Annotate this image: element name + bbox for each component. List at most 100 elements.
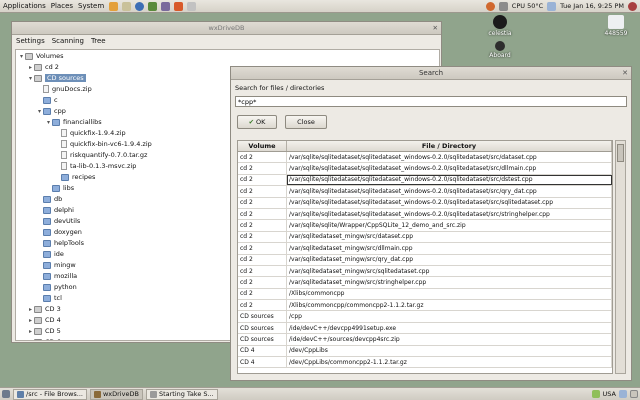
tree-item[interactable]: recipes: [54, 172, 95, 182]
workspace-switcher-icon[interactable]: [619, 390, 627, 398]
tree-item[interactable]: riskquantify-0.7.0.tar.gz: [54, 150, 147, 160]
browser-launcher-icon[interactable]: [135, 1, 145, 11]
close-icon[interactable]: ✕: [622, 67, 628, 80]
table-row[interactable]: cd 2/var/sqlite/sqlite/Wrapper/CppSQLite…: [238, 220, 612, 232]
expander-arrow-icon[interactable]: ▸: [27, 328, 34, 335]
power-icon[interactable]: [628, 1, 637, 11]
trash-icon[interactable]: [630, 390, 638, 398]
tree-item[interactable]: quickfix-1.9.4.zip: [54, 128, 126, 138]
results-scrollbar[interactable]: [615, 140, 626, 374]
tree-item[interactable]: helpTools: [36, 238, 84, 248]
firefox-tray-icon[interactable]: [485, 1, 495, 11]
table-row[interactable]: cd 2/var/sqlite/sqlitedataset/sqlitedata…: [238, 208, 612, 221]
system-menu[interactable]: System: [78, 2, 104, 10]
media-launcher-icon[interactable]: [161, 1, 171, 11]
tree-item[interactable]: delphi: [36, 205, 74, 215]
table-row[interactable]: cd 2/var/sqlite/sqlitedataset/sqlitedata…: [238, 197, 612, 209]
volume-icon[interactable]: [547, 1, 557, 11]
drive-icon: [34, 327, 42, 335]
desktop-icon-celestia[interactable]: celestia: [480, 15, 520, 37]
files-launcher-icon[interactable]: [187, 1, 197, 11]
tree-item[interactable]: ▸ cd 2: [27, 62, 59, 72]
table-row[interactable]: cd 2/var/sqlitedataset_mingw/src/dataset…: [238, 231, 612, 244]
table-row[interactable]: cd 2/var/sqlitedataset_mingw/src/stringh…: [238, 277, 612, 289]
close-icon[interactable]: ✕: [433, 22, 438, 35]
network-icon[interactable]: [498, 1, 508, 11]
column-header-file[interactable]: File / Directory: [287, 141, 612, 151]
expander-arrow-icon[interactable]: ▸: [27, 317, 34, 324]
table-row[interactable]: cd 2/var/sqlitedataset_mingw/src/sqlited…: [238, 265, 612, 278]
tree-item[interactable]: ▸ CD 3: [27, 304, 61, 314]
tree-item[interactable]: ▸ CD 4: [27, 315, 61, 325]
tree-item[interactable]: ▾ CD sources: [27, 73, 86, 83]
window-title: wxDriveDB: [208, 24, 245, 32]
window-titlebar[interactable]: wxDriveDB ✕: [12, 22, 441, 35]
task-file-browser[interactable]: /src - File Brows...: [13, 388, 87, 400]
table-row[interactable]: cd 2/Xlibs/commoncpp/commoncpp2-1.1.2.ta…: [238, 300, 612, 312]
tree-item[interactable]: db: [36, 194, 62, 204]
tree-item[interactable]: ▾ cpp: [36, 106, 66, 116]
table-row[interactable]: cd 2/var/sqlite/sqlitedataset/sqlitedata…: [238, 174, 612, 187]
tree-item[interactable]: libs: [45, 183, 74, 193]
table-row[interactable]: cd 2/Xlibs/commoncpp: [238, 288, 612, 301]
tree-item[interactable]: mozilla: [36, 271, 77, 281]
task-screenshot[interactable]: Starting Take S...: [145, 388, 218, 400]
tree-item-label: CD 6: [45, 338, 61, 340]
ok-button[interactable]: ✔ OK: [237, 115, 277, 129]
places-menu[interactable]: Places: [51, 2, 73, 10]
app-launcher-icon[interactable]: [174, 1, 184, 11]
tree-item[interactable]: doxygen: [36, 227, 82, 237]
table-row[interactable]: cd 2/var/sqlite/sqlitedataset/sqlitedata…: [238, 152, 612, 164]
expander-arrow-icon[interactable]: ▾: [36, 108, 43, 115]
table-row[interactable]: cd 2/var/sqlitedataset_mingw/src/qry_dat…: [238, 254, 612, 266]
keyboard-layout[interactable]: USA: [603, 390, 616, 398]
tree-item[interactable]: ide: [36, 249, 64, 259]
expander-arrow-icon[interactable]: ▾: [27, 75, 34, 82]
terminal-launcher-icon[interactable]: [148, 1, 158, 11]
tree-item[interactable]: ▾ financiallibs: [45, 117, 102, 127]
table-row[interactable]: CD 4/dev/CppLibs/commoncpp2-1.1.2.tar.gz: [238, 357, 612, 369]
workspace-icon[interactable]: [591, 390, 600, 398]
document-launcher-icon[interactable]: [122, 1, 132, 11]
tree-item[interactable]: ta-lib-0.1.3-msvc.zip: [54, 161, 136, 171]
tree-item[interactable]: gnuDocs.zip: [36, 84, 92, 94]
email-launcher-icon[interactable]: [109, 1, 119, 11]
expander-arrow-icon[interactable]: ▸: [27, 64, 34, 71]
show-desktop-icon[interactable]: [2, 390, 10, 398]
table-row[interactable]: CD sources/ide/devC++/sources/devcpp4src…: [238, 334, 612, 346]
desktop-icon-aboard[interactable]: Aboard: [480, 41, 520, 59]
tree-item[interactable]: ▸ CD 6: [27, 337, 61, 341]
dialog-titlebar[interactable]: Search ✕: [231, 67, 631, 80]
desktop-icon-448559[interactable]: 448559: [596, 15, 636, 37]
menu-tree[interactable]: Tree: [91, 37, 106, 45]
results-table[interactable]: Volume File / Directory cd 2/var/sqlite/…: [237, 140, 613, 374]
table-row[interactable]: CD sources/ide/devC++/devcpp4991setup.ex…: [238, 322, 612, 335]
table-row[interactable]: cd 2/var/sqlite/sqlitedataset/sqlitedata…: [238, 186, 612, 198]
menu-scanning[interactable]: Scanning: [52, 37, 84, 45]
close-button[interactable]: Close: [285, 115, 327, 129]
tree-item[interactable]: ▾ Volumes: [18, 51, 64, 61]
table-row[interactable]: CD sources/cpp: [238, 311, 612, 323]
search-input[interactable]: [235, 96, 627, 107]
clock[interactable]: Tue Jan 16, 9:25 PM: [560, 2, 624, 10]
applications-menu[interactable]: Applications: [3, 2, 46, 10]
task-wxdrivedb[interactable]: wxDriveDB: [89, 388, 143, 400]
column-header-volume[interactable]: Volume: [238, 141, 287, 151]
tree-item[interactable]: mingw: [36, 260, 76, 270]
tree-item[interactable]: ▸ CD 5: [27, 326, 61, 336]
expander-arrow-icon[interactable]: ▸: [27, 306, 34, 313]
tree-item[interactable]: tcl: [36, 293, 62, 303]
scrollbar-thumb[interactable]: [617, 144, 624, 162]
tree-item[interactable]: quickfix-bin-vc6-1.9.4.zip: [54, 139, 152, 149]
tree-item[interactable]: c: [36, 95, 58, 105]
expander-arrow-icon[interactable]: ▾: [45, 119, 52, 126]
table-row[interactable]: CD 4/dev/CppLibs: [238, 345, 612, 358]
tree-item[interactable]: devUtils: [36, 216, 80, 226]
table-row[interactable]: cd 2/var/sqlite/sqlitedataset/sqlitedata…: [238, 163, 612, 175]
expander-arrow-icon[interactable]: ▾: [18, 53, 25, 60]
folder-icon: [43, 239, 51, 247]
table-row[interactable]: cd 2/var/sqlitedataset_mingw/src/dllmain…: [238, 243, 612, 255]
expander-arrow-icon[interactable]: ▸: [27, 339, 34, 341]
menu-settings[interactable]: Settings: [16, 37, 45, 45]
tree-item[interactable]: python: [36, 282, 77, 292]
